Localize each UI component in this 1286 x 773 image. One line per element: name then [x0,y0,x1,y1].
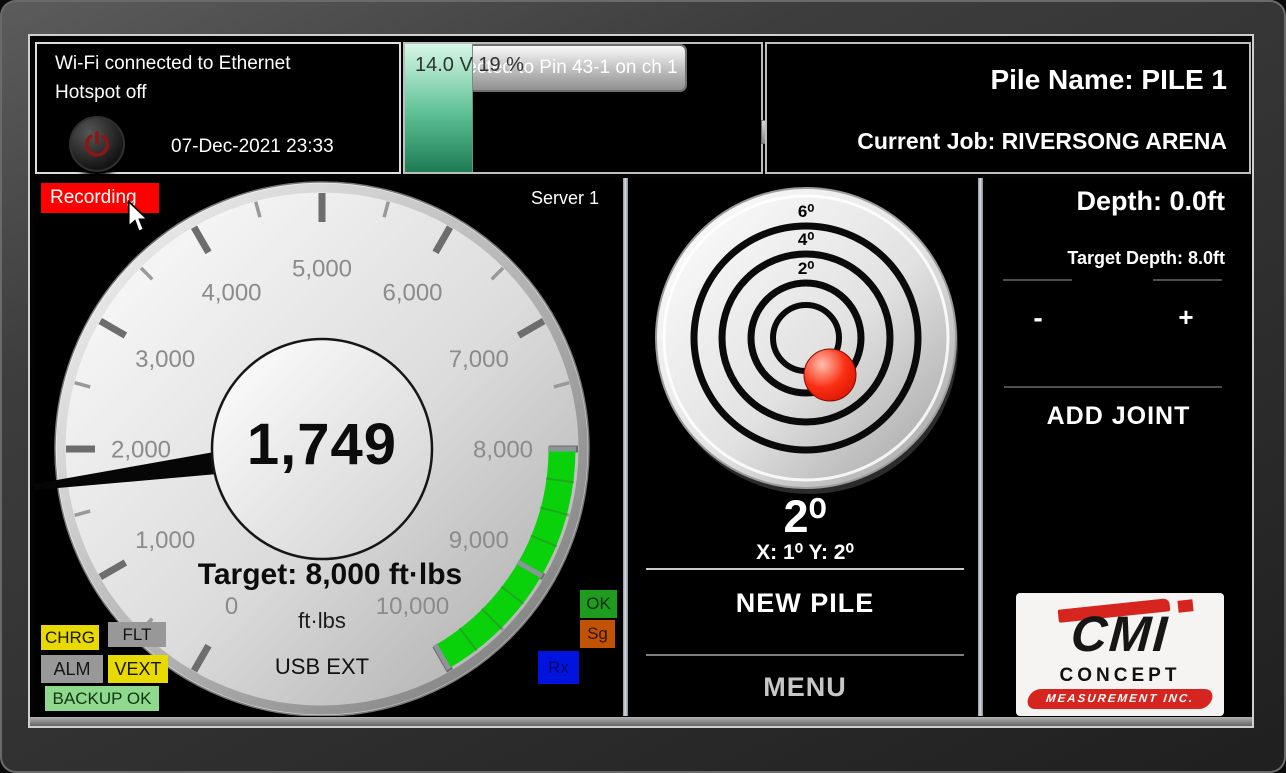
bezel-bottom-highlight [30,717,1252,726]
tilt-panel: 6⁰ 4⁰ 2⁰ 2⁰ X: 1⁰ Y: 2⁰ NEW PILE MENU [632,178,978,716]
depth-panel: Depth: 0.0ft Target Depth: 8.0ft - + ADD… [986,178,1251,716]
logo-banner: MEASUREMENT INC. [1025,689,1215,709]
power-icon [80,127,114,161]
new-pile-button[interactable]: NEW PILE [632,588,978,619]
divider [1153,279,1222,281]
cmi-logo: CMI CONCEPT MEASUREMENT INC. [1016,593,1224,716]
add-joint-button[interactable]: ADD JOINT [986,402,1251,431]
svg-text:8,000: 8,000 [473,436,533,463]
svg-text:5,000: 5,000 [292,255,352,282]
gauge-target-label: Target: 8,000 ft·lbs [130,558,530,592]
datetime-display: 07-Dec-2021 23:33 [171,136,334,158]
svg-text:4,000: 4,000 [201,280,261,307]
usb-ext-label: USB EXT [172,654,472,680]
power-button[interactable] [67,114,127,174]
svg-text:2,000: 2,000 [111,436,171,463]
gauge-value: 1,749 [172,411,472,478]
status-badge-ok: OK [580,590,617,618]
svg-text:3,000: 3,000 [135,346,195,373]
svg-text:6,000: 6,000 [382,280,442,307]
wifi-status-line1: Wi-Fi connected to Ethernet [55,53,291,75]
mouse-cursor-icon [125,200,151,234]
server-label: Server 1 [531,188,599,209]
menu-button[interactable]: MENU [632,672,978,703]
status-badge-rx: Rx [538,651,579,684]
logo-wordmark: CMI [1016,605,1224,663]
screen: Wi-Fi connected to Ethernet Hotspot off … [30,36,1252,726]
svg-text:4⁰: 4⁰ [798,230,814,249]
status-badge-vext: VEXT [108,655,168,683]
divider [646,654,964,656]
torque-gauge-panel: 01,0002,0003,0004,0005,0006,0007,0008,00… [35,178,623,716]
battery-reading: 14.0 V 19 % [415,54,524,77]
current-job: Current Job: RIVERSONG ARENA [857,128,1227,155]
status-badge-sg: Sg [580,620,615,648]
svg-text:9,000: 9,000 [449,527,509,554]
status-badge-backup-ok: BACKUP OK [45,686,159,711]
target-depth-label: Target Depth: 8.0ft [1067,248,1225,269]
panel-divider [623,178,628,716]
hotspot-status-line: Hotspot off [55,82,147,104]
svg-text:6⁰: 6⁰ [798,202,814,221]
status-badge-flt: FLT [108,622,166,647]
svg-text:2⁰: 2⁰ [798,259,814,278]
divider [1004,386,1222,388]
status-badge-chrg: CHRG [41,625,99,650]
svg-text:7,000: 7,000 [449,346,509,373]
target-depth-decrease-button[interactable]: - [1008,302,1068,334]
target-depth-increase-button[interactable]: + [1156,302,1216,333]
tilt-bullseye-indicator: 6⁰ 4⁰ 2⁰ [632,178,978,508]
pin-connection-panel: Connected to Pin 43-1 on ch 1 Pin 14.0 V… [403,42,763,174]
gauge-units-label: ft·lbs [172,608,472,634]
pile-job-panel: Pile Name: PILE 1 Current Job: RIVERSONG… [765,42,1251,174]
svg-text:1,000: 1,000 [135,527,195,554]
divider [1003,279,1072,281]
logo-concept-text: CONCEPT [1016,665,1224,687]
tilt-xy-reading: X: 1⁰ Y: 2⁰ [632,540,978,565]
depth-reading: Depth: 0.0ft [1077,186,1226,217]
tilt-angle-reading: 2⁰ [632,490,978,543]
wifi-status-panel: Wi-Fi connected to Ethernet Hotspot off … [35,42,401,174]
panel-divider [978,178,983,716]
status-badge-alm: ALM [41,655,103,683]
divider [646,568,964,570]
device-bezel: Wi-Fi connected to Ethernet Hotspot off … [0,0,1286,773]
pile-name: Pile Name: PILE 1 [990,64,1227,96]
logo-measurement-text: MEASUREMENT INC. [1045,689,1195,709]
